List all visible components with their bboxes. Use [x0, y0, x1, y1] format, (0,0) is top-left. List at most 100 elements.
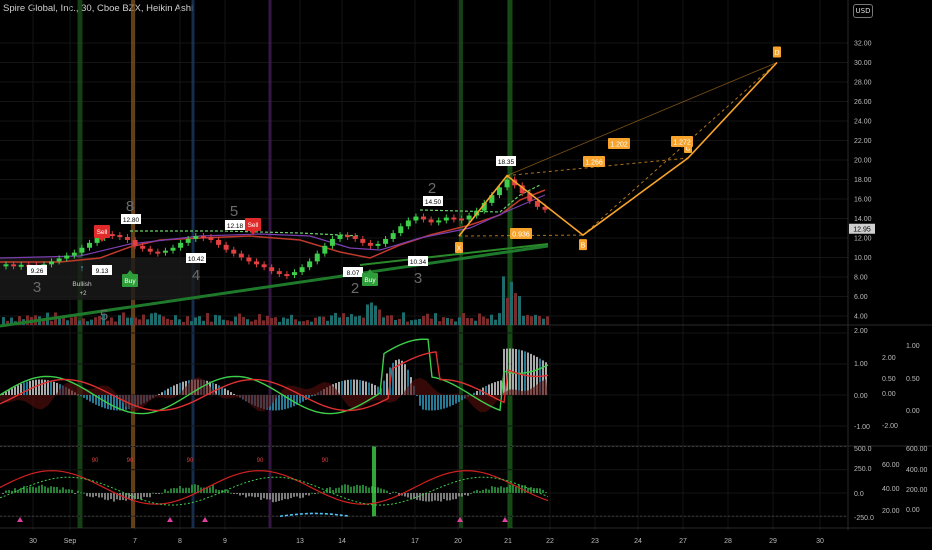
osc2-bar — [8, 489, 10, 493]
osc2-bar — [512, 484, 514, 493]
volume-bar — [282, 317, 285, 325]
osc2-bar — [380, 488, 382, 493]
osc2-bar — [278, 493, 280, 502]
osc2-bar — [89, 493, 91, 497]
osc1-bar — [224, 388, 226, 395]
osc2-bar — [503, 487, 505, 493]
volume-bar — [474, 320, 477, 325]
price-tick: 26.00 — [854, 99, 872, 106]
osc1-bar — [167, 388, 169, 395]
osc1-bar — [113, 395, 115, 411]
osc2-bar — [110, 493, 112, 499]
osc2-bar — [251, 493, 253, 497]
candle-body — [170, 247, 176, 251]
osc2-bar — [152, 492, 154, 494]
volume-bar — [502, 276, 505, 325]
osc2-right-tick: 200.00 — [906, 487, 928, 494]
osc2-bar — [47, 487, 49, 493]
osc1-right-tick: 1.00 — [906, 343, 920, 350]
volume-bar — [366, 304, 369, 325]
osc2-bar — [404, 493, 406, 497]
candle-body — [421, 216, 427, 220]
osc1-bar — [110, 395, 112, 410]
volume-bar — [134, 317, 137, 325]
volume-bar — [542, 318, 545, 325]
candle-body — [276, 271, 282, 275]
osc2-bar — [158, 493, 160, 494]
ratio-label: 1.272 — [673, 140, 691, 147]
price-tag: 10.34 — [410, 259, 427, 266]
volume-bar — [434, 313, 437, 325]
osc2-bar — [71, 489, 73, 493]
osc1-bar — [368, 382, 370, 395]
volume-bar — [126, 317, 129, 325]
volume-bar — [154, 312, 157, 325]
osc2-marker-label: 90 — [322, 458, 329, 464]
candle-body — [109, 234, 115, 237]
osc1-bar — [428, 395, 430, 411]
price-tag: 10.42 — [188, 256, 205, 263]
osc2-bar — [542, 489, 544, 493]
volume-bar — [358, 315, 361, 325]
osc2-bar — [287, 493, 289, 500]
osc2-bar — [119, 493, 121, 501]
time-tick: 29 — [769, 538, 777, 545]
osc2-bar — [194, 484, 196, 493]
osc2-bar — [389, 493, 391, 494]
wave-count: 2 — [428, 180, 436, 197]
osc1-bar — [494, 382, 496, 395]
osc2-bar — [59, 489, 61, 493]
osc2-bar — [464, 493, 466, 496]
time-tick: Sep — [64, 538, 77, 545]
candle-body — [79, 247, 85, 253]
osc2-bar — [431, 493, 433, 502]
volume-bar — [122, 312, 125, 325]
volume-bar — [514, 293, 517, 325]
candle-body — [299, 267, 305, 273]
osc2-bar — [230, 492, 232, 494]
ratio-label: 1.266 — [585, 160, 603, 167]
volume-bar — [178, 319, 181, 325]
osc1-bar — [17, 385, 19, 395]
osc2-bar — [332, 489, 334, 493]
volume-bar — [162, 316, 165, 325]
wave-count: 4 — [192, 267, 200, 284]
osc2-bar — [515, 486, 517, 493]
volume-bar — [110, 317, 113, 325]
volume-bar — [466, 317, 469, 325]
volume-bar — [374, 305, 377, 325]
osc2-bar — [83, 492, 85, 494]
candle-body — [405, 220, 411, 227]
volume-bar — [170, 319, 173, 325]
osc2-bar — [458, 493, 460, 497]
osc2-bar — [272, 493, 274, 503]
osc2-bar — [107, 493, 109, 501]
osc1-bar — [158, 394, 160, 396]
osc1-left-tick: 2.00 — [854, 328, 868, 335]
osc2-bar — [362, 484, 364, 493]
osc2-bar — [14, 488, 16, 493]
candle-body — [428, 219, 434, 223]
volume-bar — [478, 313, 481, 325]
candle-body — [284, 274, 290, 277]
price-chart[interactable]: X BCD0.9361.2661.202 1.272 9.26 9.1312.8010… — [0, 0, 932, 550]
osc2-bar — [242, 493, 244, 495]
osc2-bar — [56, 486, 58, 493]
price-tick: 30.00 — [854, 60, 872, 67]
osc2-bar — [176, 488, 178, 493]
osc1-bar — [230, 392, 232, 395]
volume-bar — [346, 317, 349, 325]
volume-bar — [390, 315, 393, 325]
osc2-marker-magenta — [202, 517, 208, 522]
osc2-bar — [266, 493, 268, 500]
sell-signal-arrow — [99, 238, 105, 242]
volume-bar — [234, 316, 237, 325]
osc2-bar — [338, 487, 340, 493]
pattern-point-d: D — [774, 50, 779, 57]
osc2-bar — [239, 493, 241, 496]
osc2-bar — [80, 492, 82, 494]
candle-body — [322, 245, 328, 254]
candle-body — [246, 257, 252, 262]
osc2-bar — [32, 486, 34, 493]
candle-body — [49, 261, 55, 265]
